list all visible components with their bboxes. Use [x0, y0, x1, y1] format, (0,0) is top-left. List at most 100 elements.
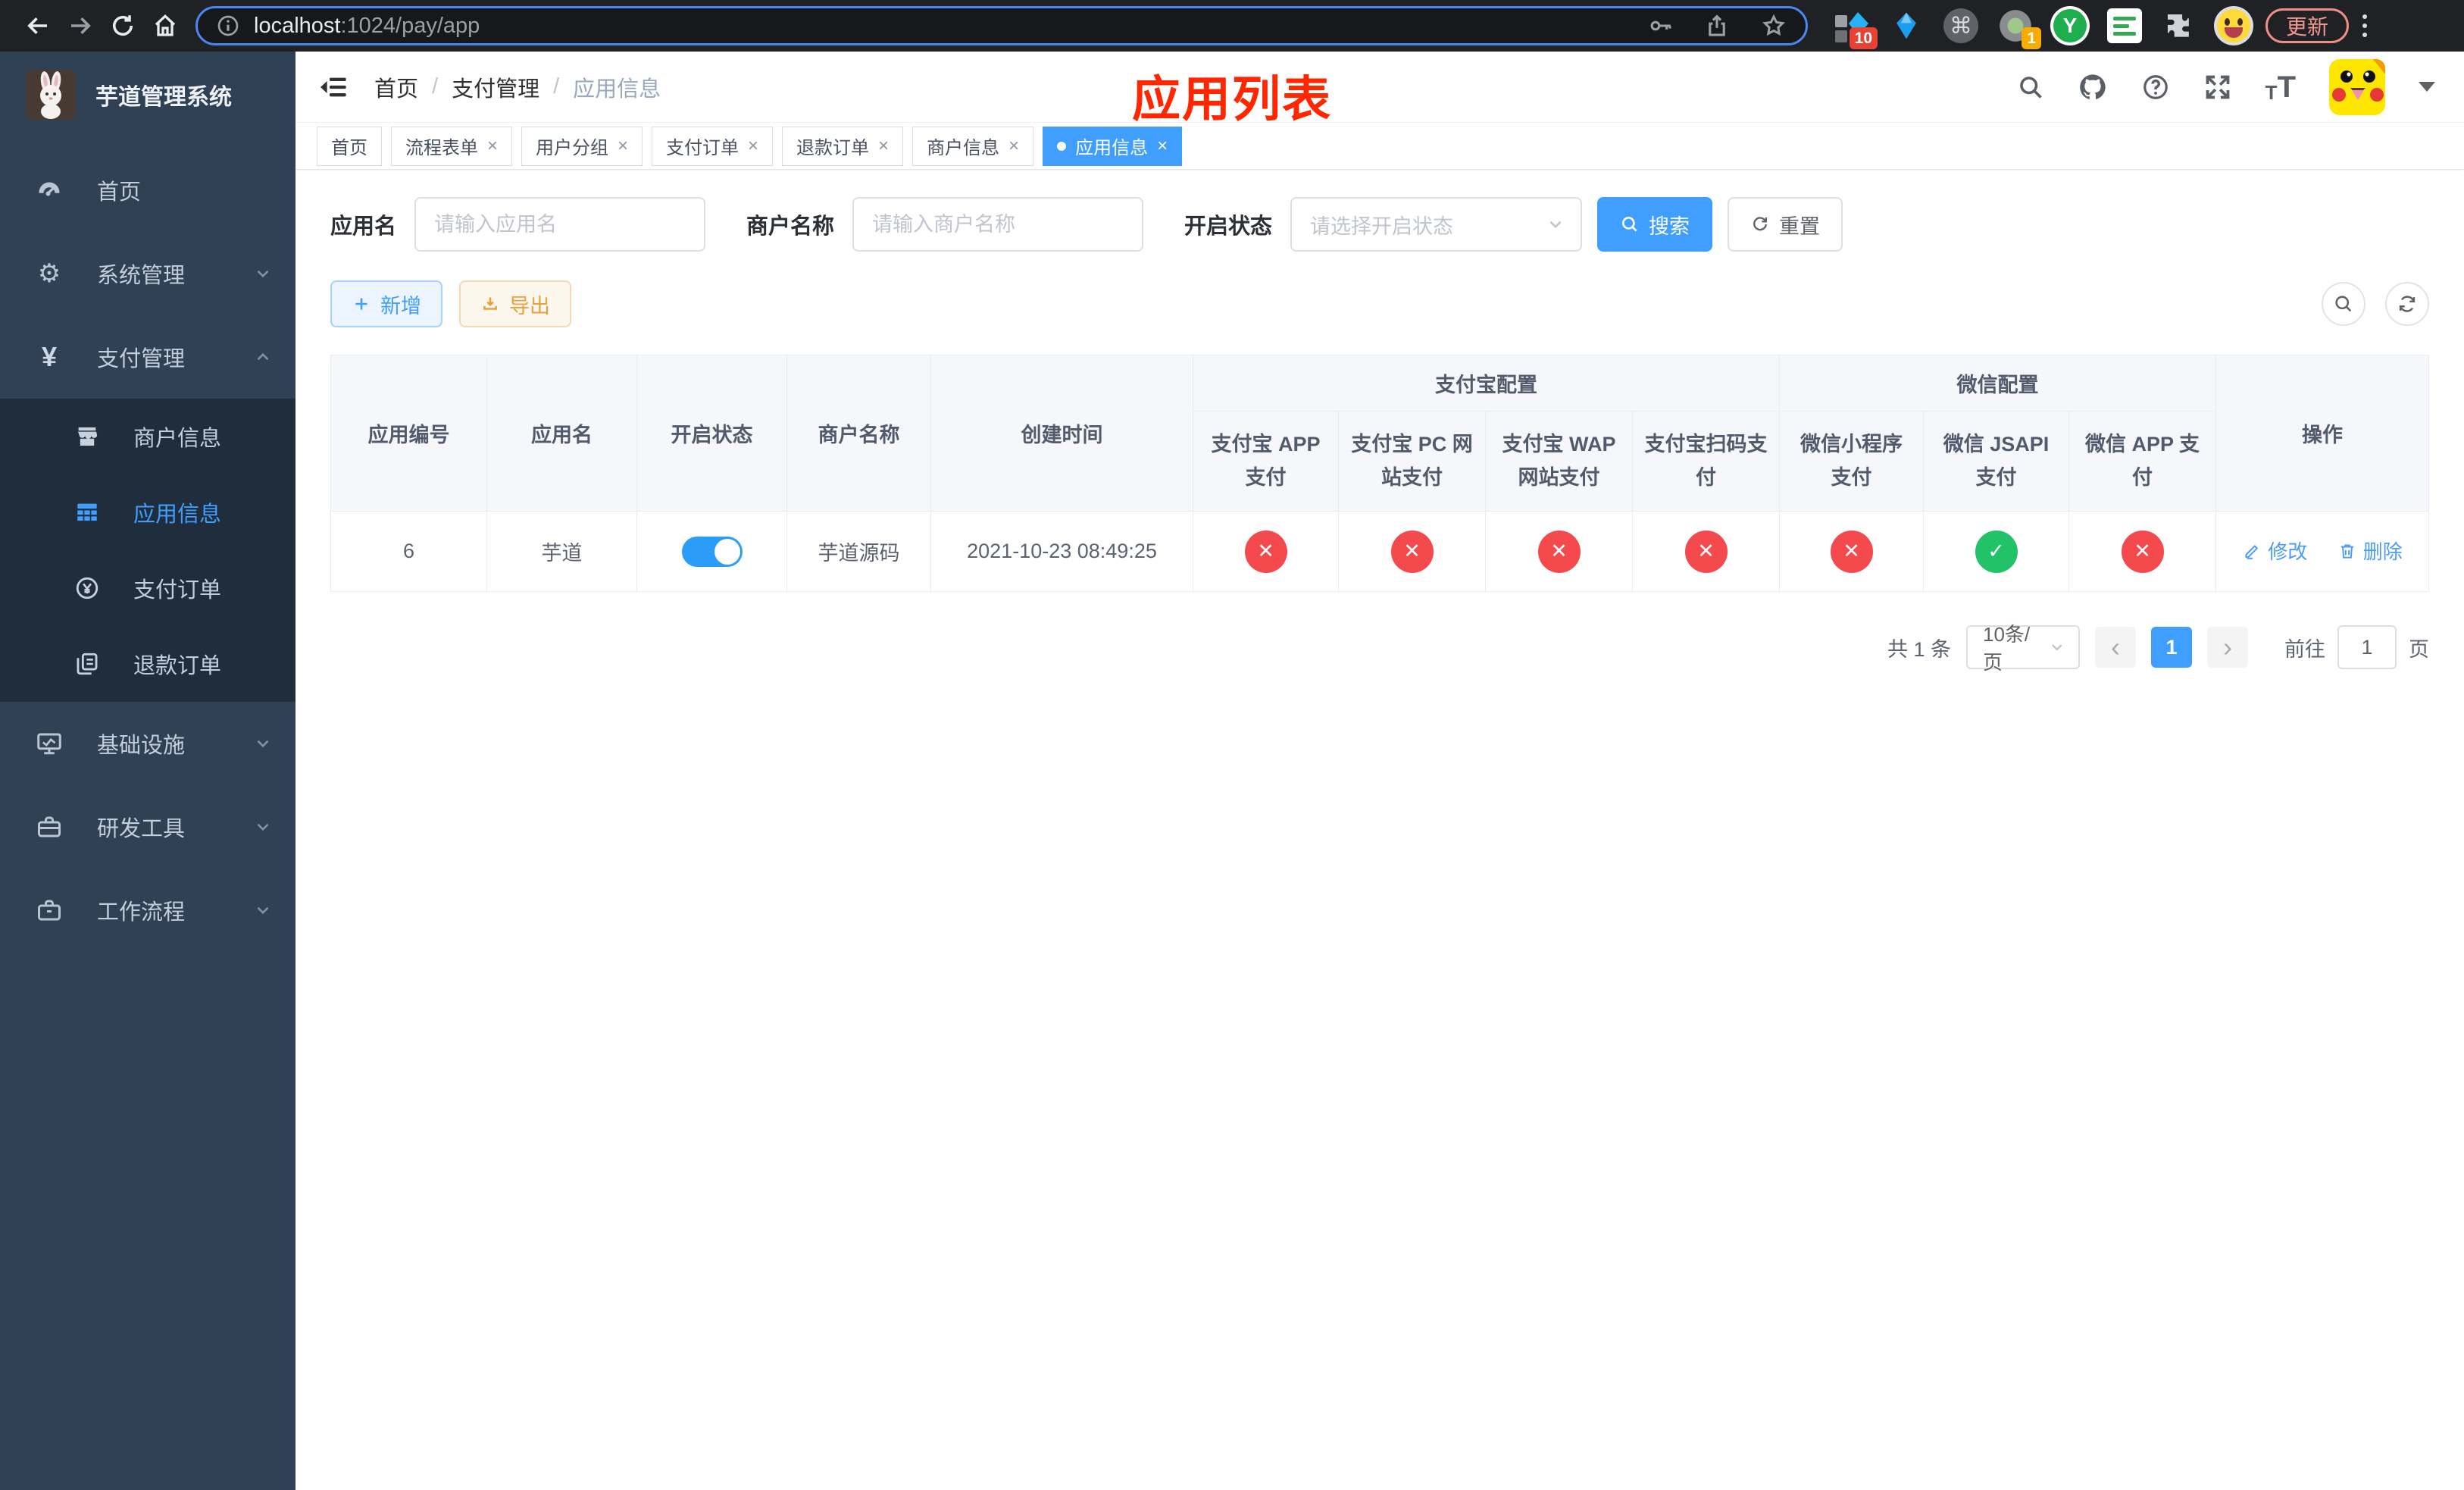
- reload-icon[interactable]: [102, 5, 144, 47]
- sidebar-item-label: 支付订单: [133, 578, 222, 603]
- browser-menu-icon[interactable]: [2355, 14, 2375, 37]
- sidebar-item-infrastructure[interactable]: 基础设施: [0, 702, 295, 785]
- search-icon[interactable]: [2017, 74, 2044, 101]
- avatar-caret-icon[interactable]: [2419, 82, 2435, 92]
- tab-refund-orders[interactable]: 退款订单 ×: [782, 126, 904, 166]
- extensions-row: 10 ⌘ 1 Y: [1831, 5, 2255, 49]
- sidebar-item-pay-orders[interactable]: 支付订单: [0, 550, 295, 626]
- share-icon[interactable]: [1704, 13, 1730, 39]
- close-icon[interactable]: ×: [878, 136, 889, 155]
- font-size-icon[interactable]: TT: [2265, 72, 2296, 102]
- github-icon[interactable]: [2078, 72, 2108, 102]
- tab-pay-orders[interactable]: 支付订单 ×: [652, 126, 774, 166]
- help-icon[interactable]: [2141, 73, 2170, 102]
- cell-status-alipay-pc: ✕: [1338, 511, 1486, 592]
- sidebar-item-label: 工作流程: [97, 900, 186, 925]
- close-icon[interactable]: ×: [487, 136, 498, 155]
- home-icon[interactable]: [144, 5, 186, 47]
- sidebar-item-system[interactable]: ⚙ 系统管理: [0, 232, 295, 315]
- status-select[interactable]: 请选择开启状态: [1290, 197, 1583, 252]
- extension-doc-icon[interactable]: [2103, 5, 2146, 47]
- col-app-name: 应用名: [486, 355, 637, 512]
- close-icon[interactable]: ×: [618, 136, 628, 155]
- export-button[interactable]: 导出: [459, 280, 571, 327]
- extension-gem-icon[interactable]: [1885, 5, 1928, 47]
- tab-merchant-info[interactable]: 商户信息 ×: [912, 126, 1034, 166]
- app-logo[interactable]: 芋道管理系统: [0, 52, 295, 135]
- edit-link[interactable]: 修改: [2242, 537, 2307, 565]
- breadcrumb-current: 应用信息: [573, 77, 661, 102]
- status-icon: ✕: [2121, 530, 2164, 573]
- extension-command-icon[interactable]: ⌘: [1940, 5, 1982, 47]
- page-size-select[interactable]: 10条/页: [1966, 623, 2080, 674]
- next-page-button[interactable]: ›: [2207, 627, 2248, 668]
- chevron-down-icon: [1549, 221, 1562, 229]
- profile-avatar-icon[interactable]: [2212, 5, 2255, 47]
- address-bar[interactable]: localhost:1024/pay/app: [195, 6, 1808, 45]
- sidebar-item-refund-orders[interactable]: 退款订单: [0, 626, 295, 702]
- extension-diamond-icon[interactable]: 10: [1831, 5, 1878, 49]
- top-navbar: 首页 / 支付管理 / 应用信息 应用列表 T T: [295, 52, 2464, 127]
- cell-status-alipay-wap: ✕: [1485, 511, 1633, 592]
- sidebar-item-dev-tools[interactable]: 研发工具: [0, 785, 295, 869]
- chevron-down-icon: [253, 734, 273, 753]
- close-icon[interactable]: ×: [1008, 136, 1019, 155]
- extension-y-icon[interactable]: Y: [2049, 5, 2091, 47]
- extension-record-icon[interactable]: 1: [1994, 5, 2041, 49]
- chevron-down-icon: [253, 264, 273, 283]
- add-button[interactable]: 新增: [330, 280, 442, 327]
- sidebar-item-label: 支付管理: [97, 347, 186, 371]
- chevron-up-icon: [253, 347, 273, 367]
- chrome-update-button[interactable]: 更新: [2265, 8, 2350, 43]
- back-icon[interactable]: [17, 5, 59, 47]
- breadcrumb-payment[interactable]: 支付管理: [452, 71, 539, 103]
- col-created: 创建时间: [930, 355, 1193, 512]
- col-alipay-app: 支付宝 APP 支付: [1193, 411, 1339, 512]
- page-unit-label: 页: [2409, 637, 2429, 661]
- close-icon[interactable]: ×: [748, 136, 758, 155]
- browser-toolbar: localhost:1024/pay/app 10 ⌘ 1 Y 更新: [0, 0, 2464, 52]
- breadcrumb-home[interactable]: 首页: [374, 71, 418, 103]
- site-info-icon[interactable]: [216, 14, 240, 38]
- cell-status: [636, 511, 787, 592]
- chevron-down-icon: [253, 900, 273, 920]
- forward-icon[interactable]: [59, 5, 102, 47]
- status-icon: ✕: [1537, 530, 1581, 573]
- delete-link[interactable]: 删除: [2337, 537, 2403, 565]
- user-avatar[interactable]: [2329, 58, 2385, 115]
- enabled-toggle[interactable]: [681, 536, 743, 567]
- current-page[interactable]: 1: [2151, 627, 2192, 668]
- sidebar-item-merchant-info[interactable]: 商户信息: [0, 399, 295, 474]
- close-icon[interactable]: ×: [1157, 136, 1168, 155]
- cell-status-alipay-qr: ✕: [1632, 511, 1780, 592]
- goto-page-input[interactable]: [2337, 625, 2397, 669]
- tab-user-group[interactable]: 用户分组 ×: [521, 126, 643, 166]
- fullscreen-icon[interactable]: [2203, 73, 2232, 102]
- prev-page-button[interactable]: ‹: [2095, 627, 2136, 668]
- tab-process-form[interactable]: 流程表单 ×: [391, 126, 513, 166]
- status-icon: ✓: [1975, 530, 2018, 573]
- col-actions: 操作: [2215, 355, 2429, 512]
- sidebar-item-app-info[interactable]: 应用信息: [0, 474, 295, 550]
- sidebar-item-home[interactable]: 首页: [0, 149, 295, 232]
- sidebar-item-payment[interactable]: ¥ 支付管理: [0, 315, 295, 399]
- reset-button[interactable]: 重置: [1728, 197, 1843, 252]
- tab-home[interactable]: 首页: [317, 126, 382, 166]
- password-key-icon[interactable]: [1648, 13, 1674, 39]
- app-title: 芋道管理系统: [95, 85, 232, 110]
- extensions-puzzle-icon[interactable]: [2158, 5, 2200, 47]
- merchant-name-input[interactable]: [852, 197, 1144, 252]
- app-name-input[interactable]: [414, 197, 706, 252]
- tab-app-info[interactable]: 应用信息 ×: [1043, 126, 1183, 166]
- sidebar-item-label: 系统管理: [97, 264, 186, 288]
- sidebar-item-workflow[interactable]: 工作流程: [0, 869, 295, 952]
- refresh-icon: [1753, 217, 1768, 231]
- refresh-table-button[interactable]: [2385, 282, 2429, 326]
- gear-icon: ⚙: [37, 259, 61, 288]
- sidebar-fold-icon[interactable]: [318, 72, 349, 102]
- pay-circle-icon: [71, 575, 103, 601]
- toggle-search-button[interactable]: [2322, 282, 2366, 326]
- bookmark-star-icon[interactable]: [1760, 12, 1787, 39]
- search-button[interactable]: 搜索: [1597, 197, 1713, 252]
- extension-badge: 1: [2022, 27, 2041, 49]
